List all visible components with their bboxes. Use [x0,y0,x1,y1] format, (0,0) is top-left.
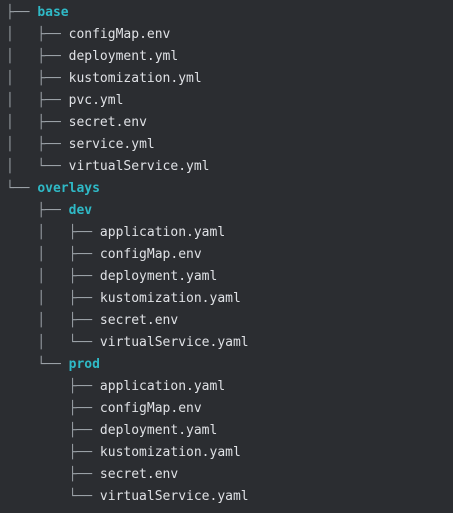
file-name: secret.env [99,313,179,328]
file-name: kustomization.yaml [99,445,241,460]
tree-connector: │ ├── [6,115,69,130]
tree-row-file[interactable]: │ ├── configMap.env [6,24,249,46]
directory-tree: ├── base │ ├── configMap.env │ ├── deplo… [6,2,249,508]
tree-connector: │ └── [6,159,69,174]
file-name: deployment.yaml [99,269,218,284]
tree-row-dev[interactable]: ├── dev [6,200,249,222]
tree-connector: │ ├── [6,137,69,152]
tree-row-file[interactable]: │ ├── deployment.yml [6,46,249,68]
tree-connector: │ ├── [6,291,100,306]
folder-name: prod [68,357,100,372]
file-name: configMap.env [99,401,202,416]
tree-connector: ├── [6,445,100,460]
tree-connector: │ └── [6,335,100,350]
tree-connector: │ ├── [6,27,69,42]
tree-row-file[interactable]: │ └── virtualService.yaml [6,332,249,354]
tree-connector: └── [6,181,38,196]
folder-name: base [37,5,69,20]
tree-row-file[interactable]: ├── deployment.yaml [6,420,249,442]
tree-row-file[interactable]: │ ├── pvc.yml [6,90,249,112]
tree-row-file[interactable]: └── virtualService.yaml [6,486,249,508]
file-name: deployment.yml [68,49,179,64]
file-name: kustomization.yaml [99,291,241,306]
tree-connector: └── [6,489,100,504]
tree-connector: │ ├── [6,93,69,108]
file-name: configMap.env [99,247,202,262]
file-name: application.yaml [99,379,226,394]
file-name: virtualService.yaml [99,489,249,504]
tree-row-file[interactable]: │ ├── deployment.yaml [6,266,249,288]
tree-connector: │ ├── [6,313,100,328]
tree-row-overlays[interactable]: └── overlays [6,178,249,200]
file-name: virtualService.yml [68,159,210,174]
tree-connector: ├── [6,203,69,218]
file-name: deployment.yaml [99,423,218,438]
tree-connector: │ ├── [6,269,100,284]
tree-row-prod[interactable]: └── prod [6,354,249,376]
file-name: application.yaml [99,225,226,240]
tree-connector: ├── [6,5,38,20]
file-name: service.yml [68,137,155,152]
file-name: virtualService.yaml [99,335,249,350]
tree-row-file[interactable]: │ └── virtualService.yml [6,156,249,178]
tree-connector: │ ├── [6,247,100,262]
tree-row-file[interactable]: │ ├── kustomization.yaml [6,288,249,310]
file-name: pvc.yml [68,93,124,108]
file-name: secret.env [68,115,147,130]
file-name: secret.env [99,467,179,482]
tree-connector: │ ├── [6,71,69,86]
tree-row-file[interactable]: │ ├── secret.env [6,310,249,332]
tree-row-file[interactable]: ├── kustomization.yaml [6,442,249,464]
folder-name: overlays [37,181,100,196]
tree-connector: └── [6,357,69,372]
tree-connector: ├── [6,423,100,438]
tree-row-file[interactable]: ├── secret.env [6,464,249,486]
tree-connector: │ ├── [6,225,100,240]
tree-row-file[interactable]: │ ├── service.yml [6,134,249,156]
tree-row-file[interactable]: ├── application.yaml [6,376,249,398]
tree-row-file[interactable]: ├── configMap.env [6,398,249,420]
tree-row-file[interactable]: │ ├── application.yaml [6,222,249,244]
file-name: configMap.env [68,27,171,42]
tree-connector: ├── [6,467,100,482]
tree-connector: ├── [6,379,100,394]
tree-row-base[interactable]: ├── base [6,2,249,24]
folder-name: dev [68,203,93,218]
tree-row-file[interactable]: │ ├── kustomization.yml [6,68,249,90]
tree-connector: ├── [6,401,100,416]
tree-connector: │ ├── [6,49,69,64]
tree-row-file[interactable]: │ ├── configMap.env [6,244,249,266]
file-name: kustomization.yml [68,71,202,86]
tree-row-file[interactable]: │ ├── secret.env [6,112,249,134]
